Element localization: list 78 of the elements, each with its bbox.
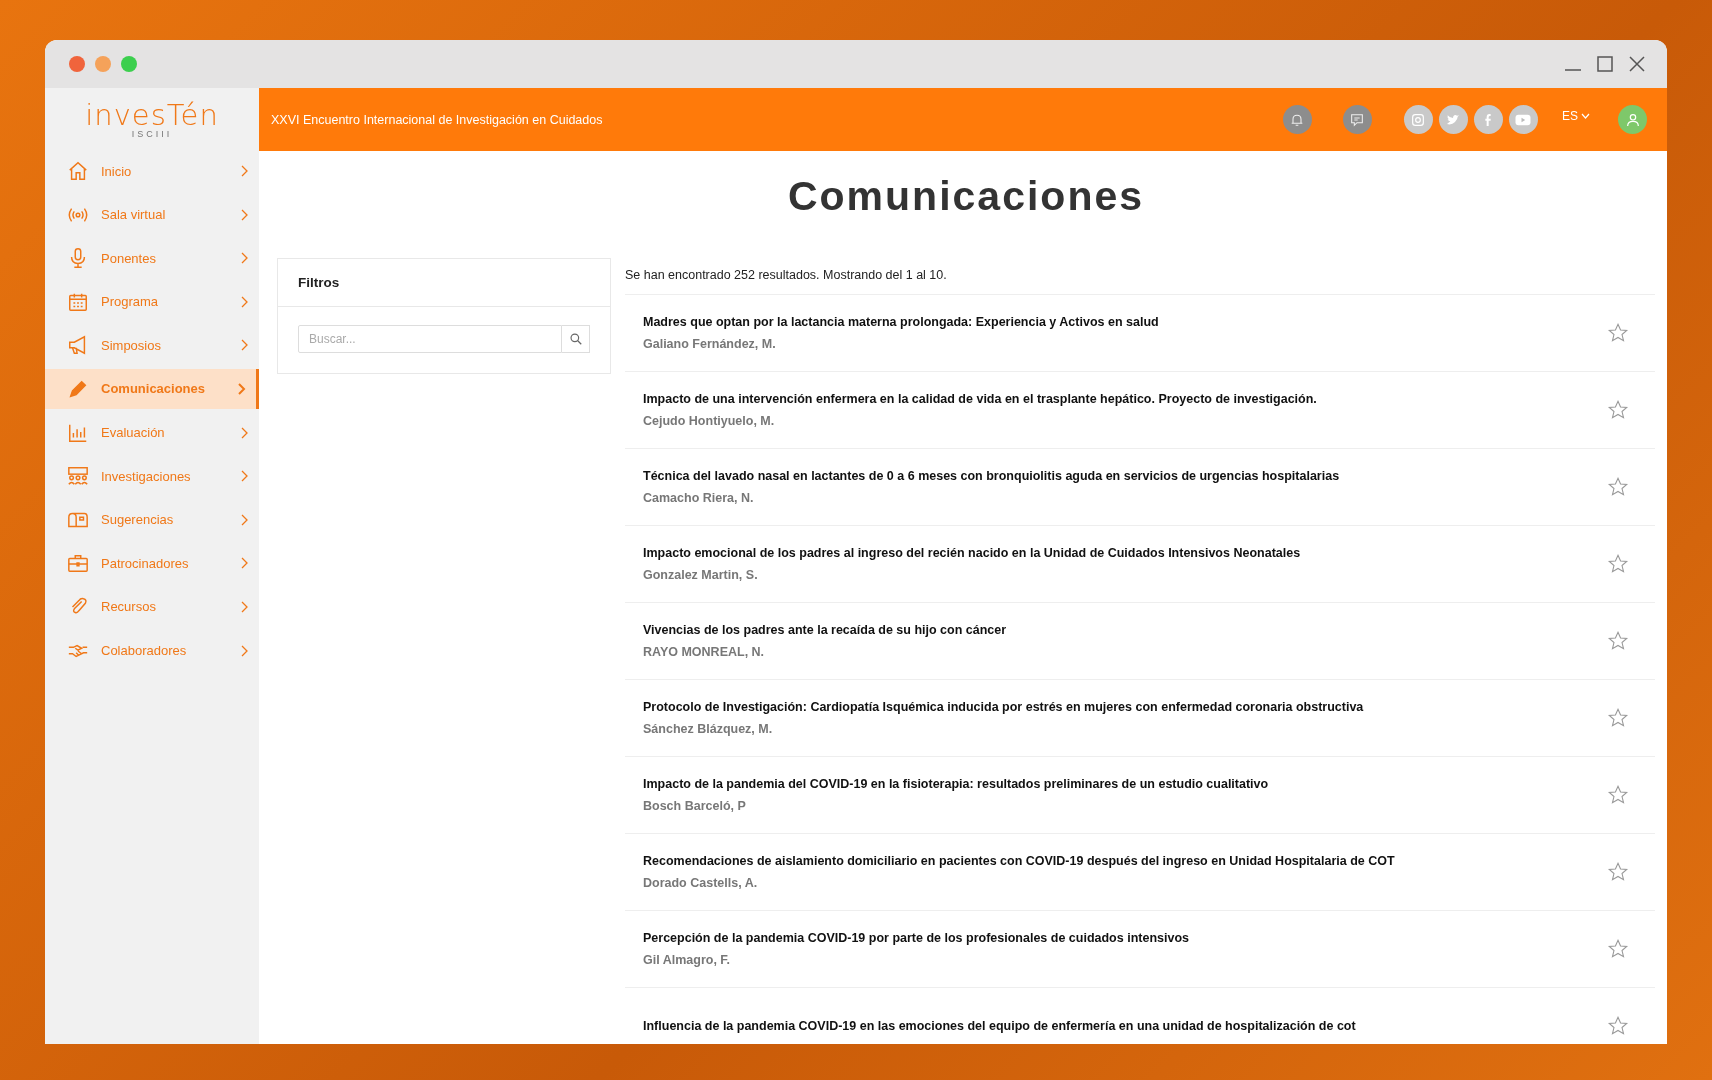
communication-title[interactable]: Impacto de la pandemia del COVID-19 en la fisioterapia: resultados preliminares de un estudio cualitativo [643, 777, 1269, 791]
chevron-icon [239, 295, 249, 308]
communication-title[interactable]: Vivencias de los padres ante la recaída de su hijo con cáncer [643, 623, 1007, 637]
sidebar-item[interactable]: Investigaciones [45, 456, 259, 497]
sidebar-item[interactable]: Comunicaciones [45, 368, 259, 409]
search-icon [568, 332, 583, 346]
facebook-icon[interactable] [1474, 105, 1503, 134]
author-name: Gil Almagro, F. [643, 953, 732, 967]
communication-title[interactable]: Recomendaciones de aislamiento domiciliario en pacientes con COVID-19 después del ingreso en Unidad Hospitalaria de COT [643, 854, 1395, 868]
zoom-window-icon[interactable] [121, 56, 137, 72]
close-window-icon[interactable] [69, 56, 85, 72]
sidebar-item[interactable]: Patrocinadores [45, 543, 259, 584]
author-name: Dorado Castells, A. [643, 876, 759, 890]
chevron-icon [236, 382, 246, 395]
results-summary: Se han encontrado 252 resultados. Mostrando del 1 al 10. [625, 258, 1655, 295]
caret-icon [1581, 112, 1590, 119]
sidebar-item[interactable]: Ponentes [45, 238, 259, 279]
notification-icon[interactable] [1283, 105, 1312, 134]
communication-title[interactable]: Técnica del lavado nasal en lactantes de 0 a 6 meses con bronquiolitis aguda en servicios de urgencias hospitalarias [643, 469, 1340, 483]
page-title: Comunicaciones [786, 173, 1146, 220]
people-icon [67, 465, 89, 488]
briefcase-icon [67, 552, 89, 575]
home-icon [67, 160, 89, 182]
communication-title[interactable]: Impacto de una intervención enfermera en la calidad de vida en el trasplante hepático. Proyecto de investigación. [643, 392, 1317, 406]
instagram-icon[interactable] [1404, 105, 1433, 134]
minimize-window-icon[interactable] [95, 56, 111, 72]
author-name: Sánchez Blázquez, M. [643, 722, 774, 736]
author-name: Camacho Riera, N. [643, 491, 755, 505]
play-icon[interactable] [1509, 105, 1538, 134]
sidebar-item[interactable]: Simposios [45, 325, 259, 366]
author-name: RAYO MONREAL, N. [643, 645, 766, 659]
favorite-star-icon[interactable] [1607, 630, 1629, 652]
favorite-star-icon[interactable] [1607, 1015, 1629, 1037]
favorite-star-icon[interactable] [1607, 553, 1629, 575]
author-name: Bosch Barceló, P [643, 799, 747, 813]
chevron-icon [239, 339, 249, 352]
favorite-star-icon[interactable] [1607, 707, 1629, 729]
chevron-icon [239, 252, 249, 265]
communication-title[interactable]: Madres que optan por la lactancia materna prolongada: Experiencia y Activos en salud [643, 315, 1159, 329]
sidebar-item[interactable]: Recursos [45, 586, 259, 627]
user-avatar-icon[interactable] [1618, 105, 1647, 134]
sidebar-item[interactable]: Sala virtual [45, 194, 259, 235]
chat-icon[interactable] [1343, 105, 1372, 134]
chevron-icon [239, 557, 249, 570]
search-field[interactable]: Buscar... [298, 325, 562, 353]
favorite-star-icon[interactable] [1607, 476, 1629, 498]
communication-title[interactable]: Percepción de la pandemia COVID-19 por parte de los profesionales de cuidados intensivos [643, 931, 1189, 945]
chevron-icon [239, 644, 249, 657]
event-title: XXVI Encuentro Internacional de Investigación en Cuidados [271, 112, 603, 127]
chevron-icon [239, 600, 249, 613]
sidebar-item[interactable]: Sugerencias [45, 499, 259, 540]
chevron-icon [239, 470, 249, 483]
favorite-star-icon[interactable] [1607, 784, 1629, 806]
language-selector[interactable]: ES [1562, 108, 1590, 123]
communication-title[interactable]: Impacto emocional de los padres al ingreso del recién nacido en la Unidad de Cuidados Intensivos Neonatales [643, 546, 1301, 560]
filters-title: Filtros [278, 259, 610, 307]
favorite-star-icon[interactable] [1607, 322, 1629, 344]
close-icon[interactable] [1627, 54, 1647, 74]
bird-icon[interactable] [1439, 105, 1468, 134]
communication-title[interactable]: Influencia de la pandemia COVID-19 en las emociones del equipo de enfermería en una unidad de hospitalización de cot [643, 1019, 1356, 1033]
favorite-star-icon[interactable] [1607, 399, 1629, 421]
author-name: Galiano Fernández, M. [643, 337, 777, 351]
sidebar-item[interactable]: Colaboradores [45, 630, 259, 671]
search-button[interactable] [562, 325, 590, 353]
author-name: Gonzalez Martin, S. [643, 568, 759, 582]
author-name: Cejudo Hontiyuelo, M. [643, 414, 776, 428]
sidebar-item[interactable]: Inicio [45, 151, 259, 191]
chevron-icon [239, 208, 249, 221]
maximize-icon[interactable] [1595, 54, 1615, 74]
chevron-icon [239, 426, 249, 439]
communication-title[interactable]: Protocolo de Investigación: Cardiopatía Isquémica inducida por estrés en mujeres con enfermedad coronaria obstructiva [643, 700, 1364, 714]
favorite-star-icon[interactable] [1607, 861, 1629, 883]
sidebar-item[interactable]: Evaluación [45, 412, 259, 453]
logo[interactable]: invesTén ISCIII [45, 88, 259, 151]
favorite-star-icon[interactable] [1607, 938, 1629, 960]
chevron-icon [239, 513, 249, 526]
sidebar-item[interactable]: Programa [45, 281, 259, 322]
chevron-icon [239, 165, 249, 177]
